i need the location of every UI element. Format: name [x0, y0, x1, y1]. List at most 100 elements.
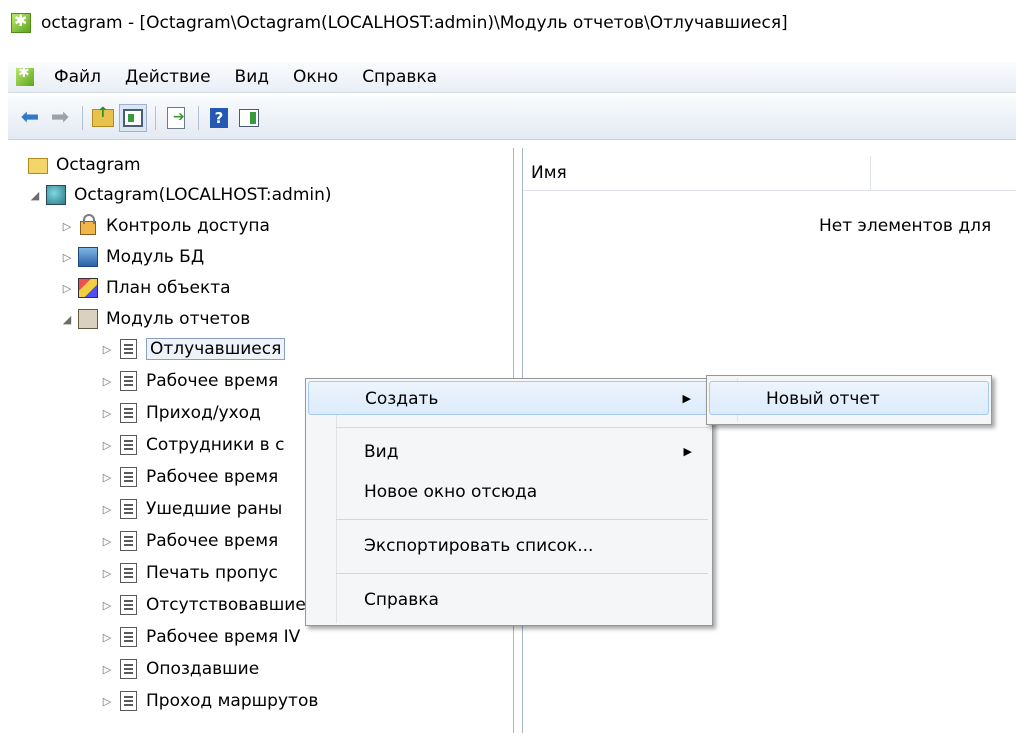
menu-separator	[336, 573, 708, 574]
collapsed-triangle-icon[interactable]: ▷	[100, 375, 114, 388]
system-menu-icon[interactable]	[16, 65, 34, 86]
server-icon	[46, 185, 66, 205]
collapsed-triangle-icon[interactable]: ▷	[100, 535, 114, 548]
tree-node-report[interactable]: ▷ Рабочее время	[100, 462, 278, 492]
menu-item-label: Вид	[364, 442, 399, 462]
empty-list-message: Нет элементов для	[819, 216, 992, 236]
action-pane-button[interactable]	[235, 104, 263, 132]
report-icon	[120, 595, 137, 615]
report-icon	[120, 371, 137, 391]
tree-node-label: Печать пропус	[146, 563, 278, 583]
lock-icon	[80, 214, 96, 235]
export-list-button[interactable]	[162, 104, 190, 132]
menu-item-create[interactable]: Создать ▶	[308, 381, 710, 415]
report-icon	[120, 499, 137, 519]
menu-window[interactable]: Окно	[281, 67, 350, 87]
toolbar-separator	[155, 105, 156, 130]
tree-node-label: Опоздавшие	[146, 659, 260, 679]
collapsed-triangle-icon[interactable]: ▷	[100, 663, 114, 676]
tree-node-report[interactable]: ▷ Рабочее время IV	[100, 622, 300, 652]
menu-item-help[interactable]: Справка	[308, 583, 710, 617]
tree-node-report[interactable]: ▷ Рабочее время	[100, 366, 278, 396]
menu-bar: Файл Действие Вид Окно Справка	[8, 62, 1016, 93]
plan-icon	[78, 278, 98, 298]
tree-node-report[interactable]: ▷ Сотрудники в с	[100, 430, 284, 460]
expanded-triangle-icon[interactable]: ◢	[60, 313, 74, 326]
forward-button[interactable]: ➡	[46, 104, 74, 132]
menu-item-new-window[interactable]: Новое окно отсюда	[308, 475, 710, 509]
tree-node-report[interactable]: ▷ Приход/уход	[100, 398, 261, 428]
collapsed-triangle-icon[interactable]: ▷	[60, 282, 74, 295]
collapsed-triangle-icon[interactable]: ▷	[100, 407, 114, 420]
show-tree-button[interactable]	[119, 103, 147, 132]
app-icon	[11, 11, 31, 33]
tree-node-label: Модуль отчетов	[106, 309, 251, 329]
forward-arrow-icon: ➡	[50, 104, 70, 130]
tree-node-report-module[interactable]: ◢ Модуль отчетов	[60, 304, 250, 334]
help-button[interactable]: ?	[205, 104, 233, 132]
toolbar-separator	[82, 105, 83, 130]
tree-node-label: Рабочее время IV	[146, 627, 301, 647]
report-module-icon	[78, 309, 98, 329]
tree-node-report[interactable]: ▷ Отлучавшиеся	[100, 334, 286, 364]
menu-file[interactable]: Файл	[42, 67, 113, 87]
menu-view[interactable]: Вид	[223, 67, 281, 87]
report-icon	[120, 627, 137, 647]
menu-item-new-report[interactable]: Новый отчет	[709, 381, 989, 415]
list-header: Имя	[523, 156, 1016, 191]
tree-node-report[interactable]: ▷ Отсутствовавшие	[100, 590, 306, 620]
tree-node-label: Отсутствовавшие	[146, 595, 306, 615]
tree-node-label: План объекта	[106, 278, 231, 298]
tree-node-label: Octagram(LOCALHOST:admin)	[74, 185, 332, 205]
tree-node-object-plan[interactable]: ▷ План объекта	[60, 273, 231, 303]
tree-node-label: Контроль доступа	[106, 216, 270, 236]
collapsed-triangle-icon[interactable]: ▷	[100, 695, 114, 708]
back-arrow-icon: ⬅	[20, 104, 40, 130]
tree-node-db-module[interactable]: ▷ Модуль БД	[60, 242, 204, 272]
up-one-level-button[interactable]	[89, 104, 117, 132]
expanded-triangle-icon[interactable]: ◢	[28, 189, 42, 202]
submenu-arrow-icon: ▶	[683, 445, 692, 458]
report-icon	[120, 563, 137, 583]
back-button[interactable]: ⬅	[16, 104, 44, 132]
title-bar: octagram - [Octagram\Octagram(LOCALHOST:…	[0, 0, 1016, 45]
menu-item-view[interactable]: Вид ▶	[308, 435, 710, 469]
create-submenu: Новый отчет	[706, 375, 992, 425]
collapsed-triangle-icon[interactable]: ▷	[60, 220, 74, 233]
tree-node-label: Приход/уход	[146, 403, 261, 423]
collapsed-triangle-icon[interactable]: ▷	[100, 343, 114, 356]
collapsed-triangle-icon[interactable]: ▷	[100, 631, 114, 644]
menu-item-label: Экспортировать список...	[364, 536, 594, 556]
toolbar-separator	[198, 105, 199, 130]
collapsed-triangle-icon[interactable]: ▷	[100, 439, 114, 452]
tree-node-report[interactable]: ▷ Печать пропус	[100, 558, 278, 588]
report-icon	[120, 691, 137, 711]
tree-node-access-control[interactable]: ▷ Контроль доступа	[60, 211, 270, 241]
tree-node-label: Отлучавшиеся	[146, 338, 286, 360]
tree-node-report[interactable]: ▷ Рабочее время	[100, 526, 278, 556]
menu-action[interactable]: Действие	[113, 67, 223, 87]
tree-node-report[interactable]: ▷ Ушедшие раны	[100, 494, 282, 524]
tree-node-report[interactable]: ▷ Проход маршрутов	[100, 686, 318, 716]
collapsed-triangle-icon[interactable]: ▷	[100, 599, 114, 612]
tree-node-server[interactable]: ◢ Octagram(LOCALHOST:admin)	[28, 180, 332, 210]
tree-node-label: Рабочее время	[146, 467, 279, 487]
tree-node-root[interactable]: Octagram	[28, 150, 141, 180]
console-tree-icon	[123, 108, 143, 127]
menu-help[interactable]: Справка	[350, 67, 449, 87]
tree-node-label: Модуль БД	[106, 247, 205, 267]
column-header-name[interactable]: Имя	[523, 156, 871, 190]
collapsed-triangle-icon[interactable]: ▷	[100, 471, 114, 484]
tree-node-report[interactable]: ▷ Опоздавшие	[100, 654, 259, 684]
menu-item-label: Новое окно отсюда	[364, 482, 538, 502]
tree-node-label: Octagram	[56, 155, 141, 175]
menu-item-label: Новый отчет	[766, 389, 880, 409]
collapsed-triangle-icon[interactable]: ▷	[100, 567, 114, 580]
folder-icon	[28, 158, 48, 174]
menu-item-export-list[interactable]: Экспортировать список...	[308, 529, 710, 563]
submenu-arrow-icon: ▶	[682, 392, 691, 405]
collapsed-triangle-icon[interactable]: ▷	[60, 251, 74, 264]
menu-item-label: Создать	[365, 389, 439, 409]
context-menu: Создать ▶ Вид ▶ Новое окно отсюда Экспор…	[305, 378, 713, 626]
collapsed-triangle-icon[interactable]: ▷	[100, 503, 114, 516]
